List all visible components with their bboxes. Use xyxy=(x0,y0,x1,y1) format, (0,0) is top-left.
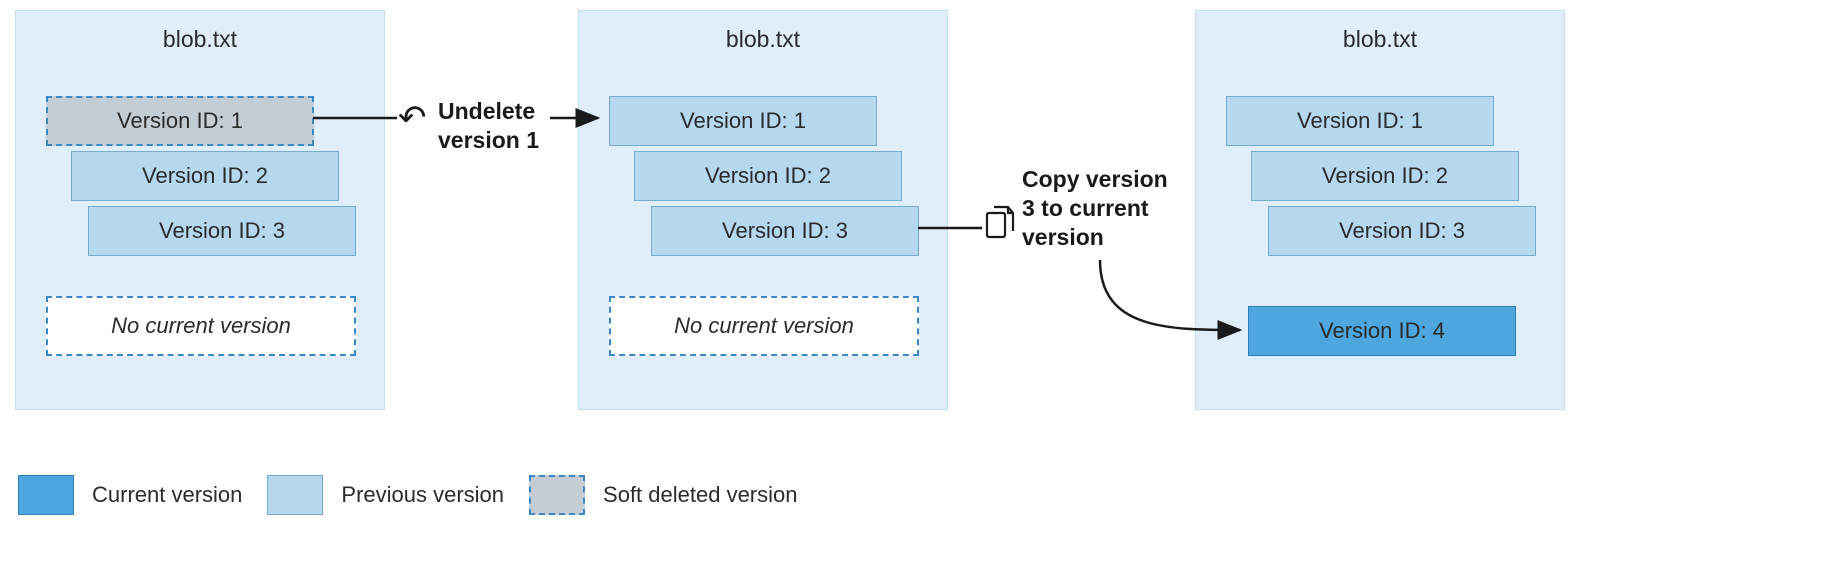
legend-item-previous: Previous version xyxy=(267,475,504,515)
legend-swatch-current xyxy=(18,475,74,515)
version-box-previous: Version ID: 1 xyxy=(1226,96,1494,146)
version-box-previous: Version ID: 3 xyxy=(651,206,919,256)
legend-swatch-previous xyxy=(267,475,323,515)
blob-panel-a: blob.txt Version ID: 1 Version ID: 2 Ver… xyxy=(15,10,385,410)
legend-item-softdel: Soft deleted version xyxy=(529,475,797,515)
copy-icon xyxy=(985,205,1015,239)
no-current-placeholder: No current version xyxy=(46,296,356,356)
blob-title: blob.txt xyxy=(1196,11,1564,53)
legend-item-current: Current version xyxy=(18,475,242,515)
action-label-undelete: Undelete version 1 xyxy=(438,97,539,155)
blob-title: blob.txt xyxy=(16,11,384,53)
undo-icon: ↶ xyxy=(398,98,427,138)
version-box-softdeleted: Version ID: 1 xyxy=(46,96,314,146)
legend-label: Current version xyxy=(92,482,242,508)
blob-panel-c: blob.txt Version ID: 1 Version ID: 2 Ver… xyxy=(1195,10,1565,410)
action-label-copy: Copy version 3 to current version xyxy=(1022,165,1168,251)
version-box-previous: Version ID: 3 xyxy=(88,206,356,256)
version-box-previous: Version ID: 2 xyxy=(1251,151,1519,201)
diagram-canvas: blob.txt Version ID: 1 Version ID: 2 Ver… xyxy=(0,0,1842,566)
legend-swatch-softdel xyxy=(529,475,585,515)
blob-title: blob.txt xyxy=(579,11,947,53)
legend: Current version Previous version Soft de… xyxy=(18,475,798,515)
version-box-previous: Version ID: 2 xyxy=(71,151,339,201)
legend-label: Previous version xyxy=(341,482,504,508)
version-box-previous: Version ID: 2 xyxy=(634,151,902,201)
version-box-current: Version ID: 4 xyxy=(1248,306,1516,356)
version-box-previous: Version ID: 3 xyxy=(1268,206,1536,256)
no-current-placeholder: No current version xyxy=(609,296,919,356)
blob-panel-b: blob.txt Version ID: 1 Version ID: 2 Ver… xyxy=(578,10,948,410)
legend-label: Soft deleted version xyxy=(603,482,797,508)
version-box-previous: Version ID: 1 xyxy=(609,96,877,146)
